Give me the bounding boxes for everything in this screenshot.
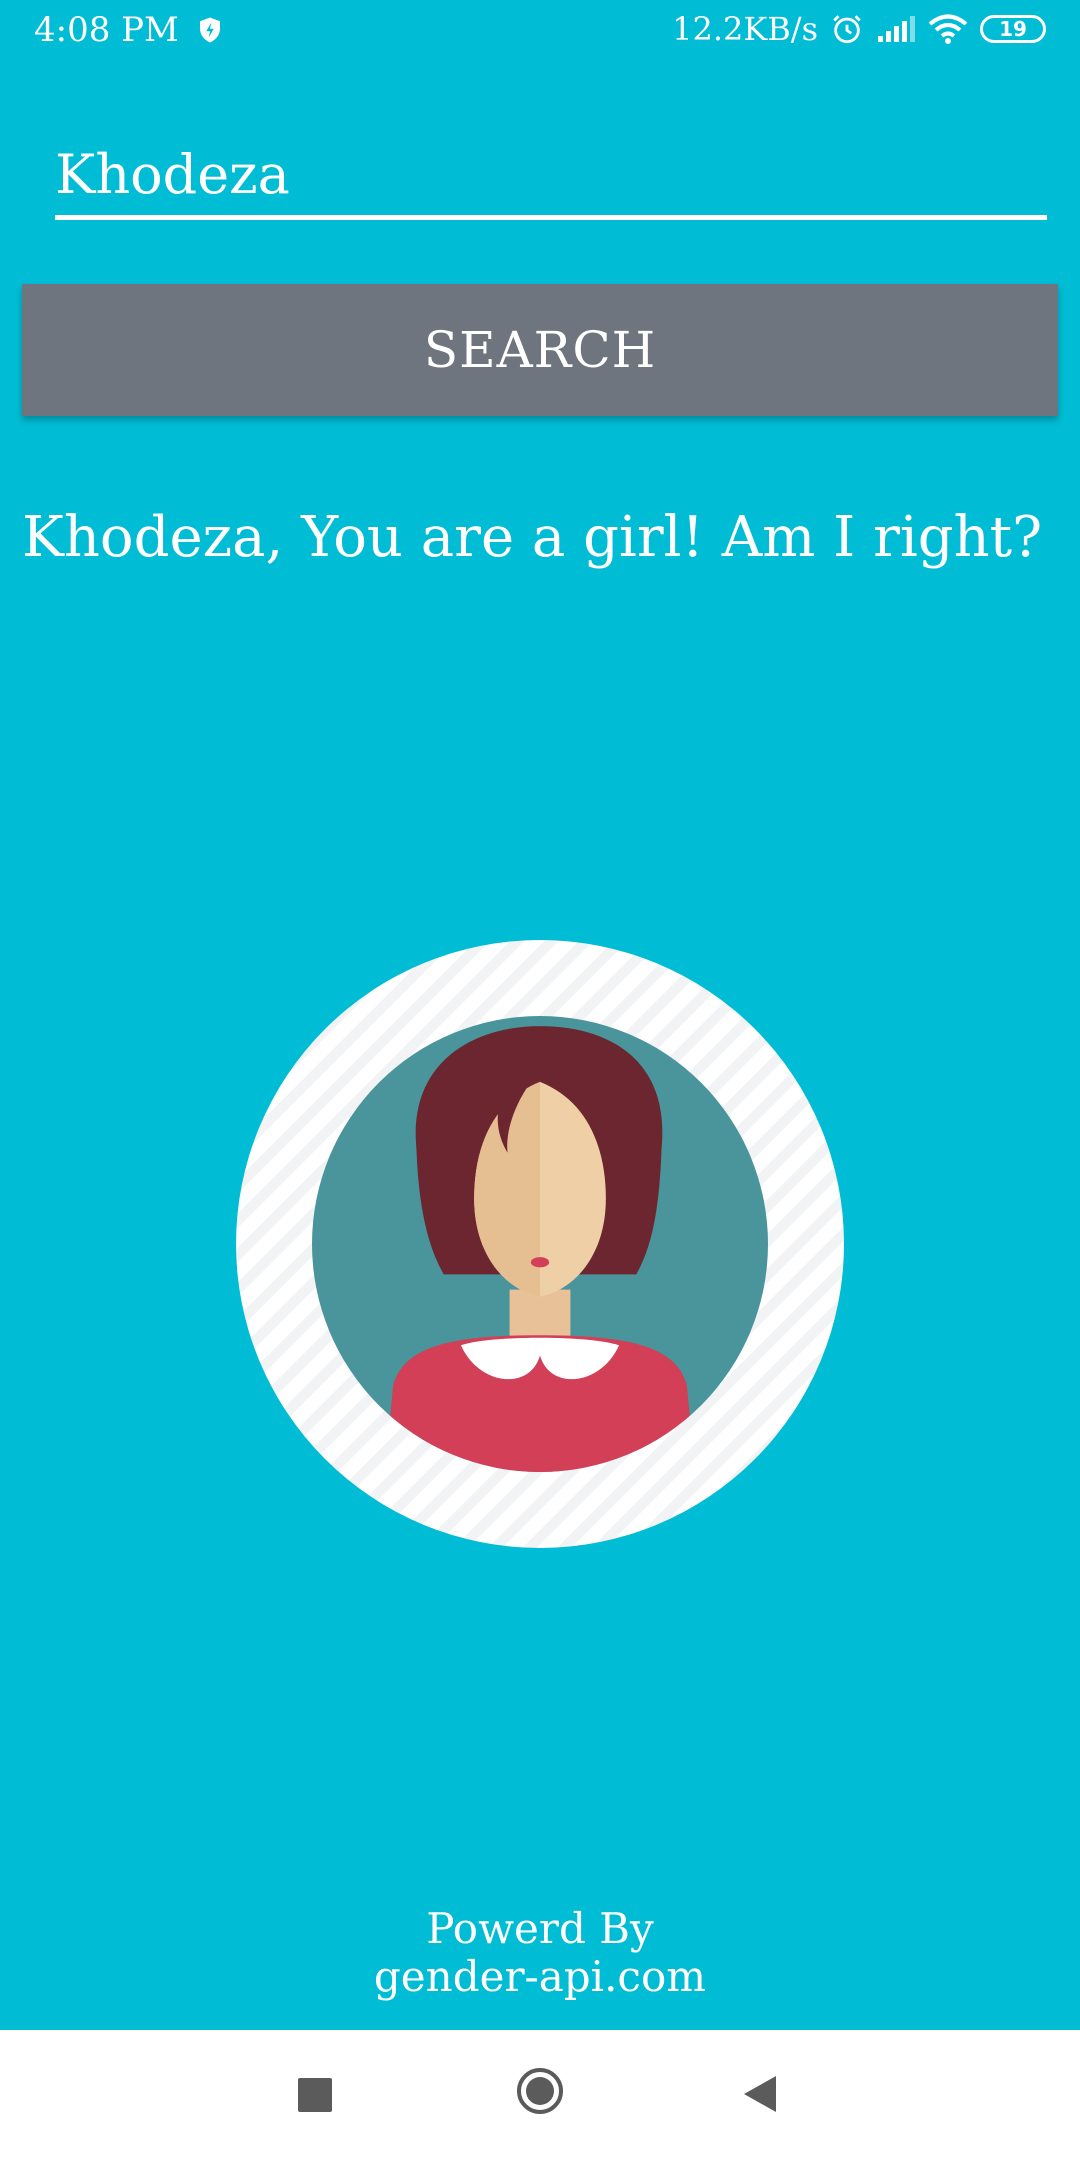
status-time: 4:08 PM: [34, 10, 179, 50]
girl-avatar-icon: [236, 940, 844, 1548]
navigation-bar: [0, 2030, 1080, 2160]
search-button[interactable]: SEARCH: [22, 284, 1058, 416]
powered-by-label: Powerd By: [426, 1904, 654, 1953]
alarm-icon: [833, 15, 861, 44]
battery-icon: 19: [980, 15, 1046, 43]
status-bar: 4:08 PM 12.2KB/s 19: [0, 0, 1080, 66]
home-icon[interactable]: [515, 2066, 565, 2116]
recents-icon[interactable]: [298, 2078, 332, 2112]
powered-by-link[interactable]: gender-api.com: [0, 1953, 1080, 2001]
battery-level: 19: [999, 17, 1027, 41]
back-icon[interactable]: [742, 2074, 778, 2114]
shield-icon: [199, 17, 220, 43]
wifi-icon: [928, 14, 968, 44]
name-input[interactable]: [55, 138, 1047, 220]
powered-by: Powerd By gender-api.com: [0, 1905, 1080, 2001]
signal-icon: [878, 16, 915, 42]
status-left: 4:08 PM: [34, 10, 225, 50]
status-right: 12.2KB/s 19: [660, 10, 1046, 48]
app-screen: 4:08 PM 12.2KB/s 19 Khodeza SEARCH Khode…: [0, 0, 1080, 2160]
result-message: Khodeza, You are a girl! Am I right?: [22, 505, 1043, 570]
network-speed: 12.2KB/s: [672, 10, 818, 48]
